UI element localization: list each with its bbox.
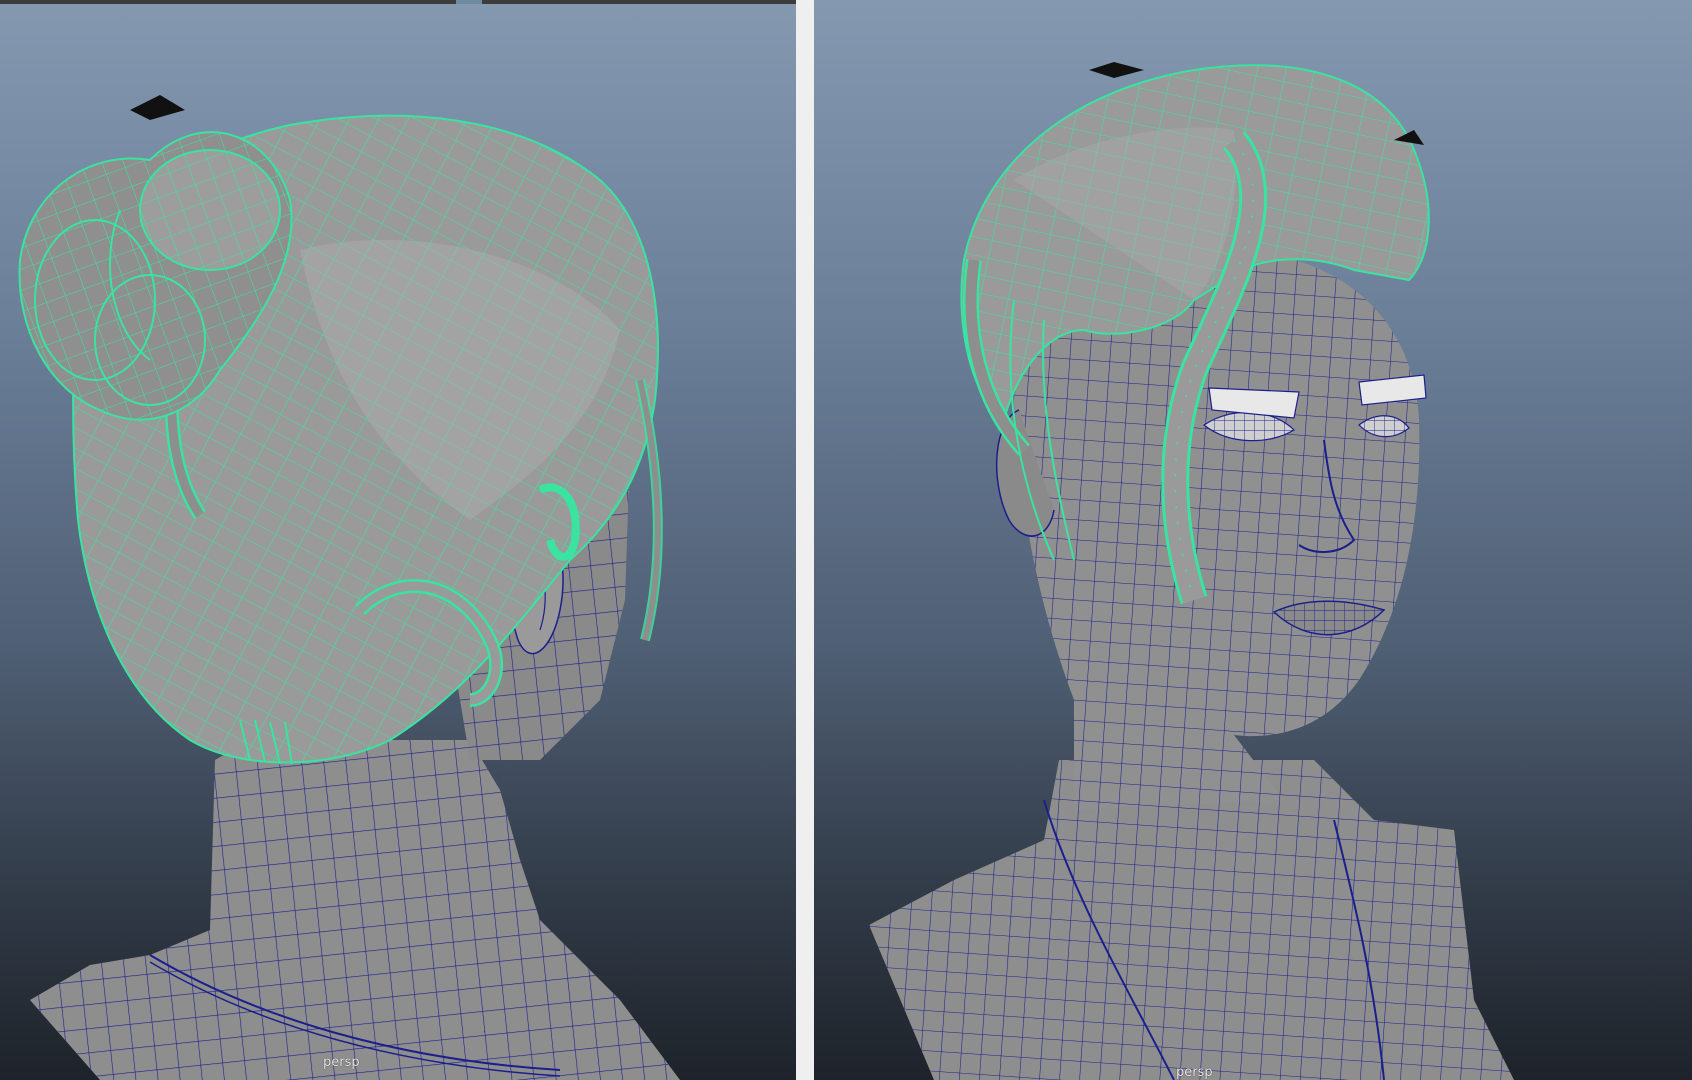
scene-front-view[interactable] — [814, 0, 1692, 1080]
camera-label-left: persp — [323, 1055, 360, 1070]
panel-divider[interactable] — [796, 0, 814, 1080]
torso-mesh — [869, 760, 1514, 1080]
scene-back-view[interactable] — [0, 0, 796, 1080]
camera-label-right: persp — [1176, 1065, 1213, 1080]
viewport-right[interactable]: persp — [814, 0, 1692, 1080]
neck-mesh — [30, 740, 680, 1080]
viewport-left[interactable]: persp — [0, 0, 796, 1080]
